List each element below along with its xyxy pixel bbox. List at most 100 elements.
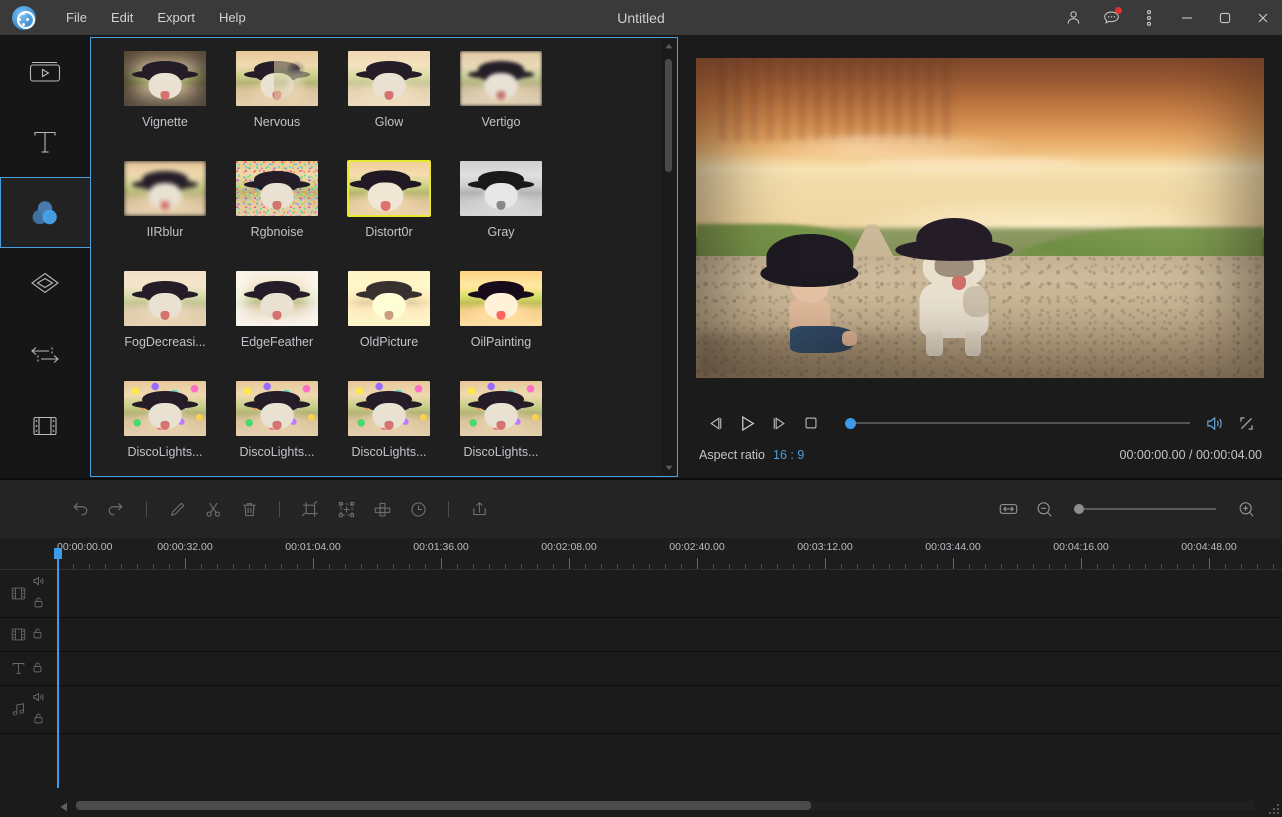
window-resize-grip[interactable]: [1267, 802, 1279, 814]
track-lane[interactable]: [57, 686, 1282, 733]
zoom-slider-track[interactable]: [1082, 508, 1216, 510]
stop-button[interactable]: [795, 408, 827, 438]
fullscreen-icon[interactable]: [1230, 408, 1262, 438]
filter-item[interactable]: FogDecreasi...: [109, 270, 221, 380]
track-lane[interactable]: [57, 652, 1282, 685]
filter-thumbnail[interactable]: [123, 270, 207, 327]
sidebar-item-overlays[interactable]: [0, 248, 90, 319]
track-lock-icon[interactable]: [33, 595, 44, 613]
more-options-icon[interactable]: [1130, 0, 1168, 35]
close-icon[interactable]: [1244, 0, 1282, 35]
filter-item[interactable]: DiscoLights...: [445, 380, 557, 477]
filter-item[interactable]: DiscoLights...: [221, 380, 333, 477]
account-icon[interactable]: [1054, 0, 1092, 35]
zoom-out-icon[interactable]: [1026, 491, 1062, 527]
transform-icon[interactable]: [328, 491, 364, 527]
track-mute-icon[interactable]: [32, 690, 45, 708]
menu-export[interactable]: Export: [147, 6, 205, 29]
track-lane[interactable]: [57, 570, 1282, 617]
track-mute-icon[interactable]: [32, 574, 45, 592]
filter-thumbnail[interactable]: [235, 50, 319, 107]
scroll-up-arrow-icon[interactable]: [661, 39, 676, 53]
playhead-handle[interactable]: [54, 548, 62, 559]
hscroll-track[interactable]: [76, 801, 1254, 810]
filter-item[interactable]: Vignette: [109, 50, 221, 160]
seek-slider[interactable]: [841, 413, 1190, 433]
timeline-zoom-slider[interactable]: [1074, 501, 1216, 517]
filter-item[interactable]: Nervous: [221, 50, 333, 160]
filter-thumbnail[interactable]: [235, 160, 319, 217]
filter-thumbnail[interactable]: [459, 270, 543, 327]
pip-track[interactable]: [0, 618, 1282, 652]
seek-track[interactable]: [853, 422, 1190, 424]
mosaic-icon[interactable]: [364, 491, 400, 527]
filter-item[interactable]: EdgeFeather: [221, 270, 333, 380]
timeline-horizontal-scrollbar[interactable]: [0, 793, 1282, 817]
filter-thumbnail[interactable]: [347, 160, 431, 217]
filter-item[interactable]: OldPicture: [333, 270, 445, 380]
sidebar-item-filters[interactable]: [0, 177, 90, 248]
scrollbar-thumb[interactable]: [665, 59, 672, 172]
sidebar-item-elements[interactable]: [0, 390, 90, 461]
track-lane[interactable]: [57, 618, 1282, 651]
filter-thumbnail[interactable]: [459, 160, 543, 217]
menu-help[interactable]: Help: [209, 6, 256, 29]
zoom-in-icon[interactable]: [1228, 491, 1264, 527]
filter-item[interactable]: IIRblur: [109, 160, 221, 270]
aspect-ratio-value[interactable]: 16 : 9: [773, 448, 804, 462]
zoom-slider-knob[interactable]: [1074, 504, 1084, 514]
filter-thumbnail[interactable]: [347, 50, 431, 107]
filter-item[interactable]: DiscoLights...: [109, 380, 221, 477]
filter-item[interactable]: Distort0r: [333, 160, 445, 270]
share-export-icon[interactable]: [461, 491, 497, 527]
filter-thumbnail[interactable]: [235, 380, 319, 437]
sidebar-item-text[interactable]: [0, 106, 90, 177]
menu-edit[interactable]: Edit: [101, 6, 143, 29]
video-preview[interactable]: [696, 58, 1264, 378]
seek-knob[interactable]: [845, 418, 856, 429]
filter-item[interactable]: Rgbnoise: [221, 160, 333, 270]
filter-thumbnail[interactable]: [123, 380, 207, 437]
edit-pencil-icon[interactable]: [159, 491, 195, 527]
filter-thumbnail[interactable]: [347, 270, 431, 327]
hscroll-thumb[interactable]: [76, 801, 811, 810]
filter-thumbnail[interactable]: [123, 160, 207, 217]
audio-track[interactable]: [0, 686, 1282, 734]
filter-item[interactable]: Glow: [333, 50, 445, 160]
sidebar-item-media[interactable]: [0, 35, 90, 106]
feedback-icon[interactable]: [1092, 0, 1130, 35]
filter-thumbnail[interactable]: [235, 270, 319, 327]
sidebar-item-transitions[interactable]: [0, 319, 90, 390]
filter-item[interactable]: Vertigo: [445, 50, 557, 160]
track-lock-icon[interactable]: [32, 626, 43, 644]
undo-icon[interactable]: [62, 491, 98, 527]
filter-item[interactable]: Gray: [445, 160, 557, 270]
filter-thumbnail[interactable]: [123, 50, 207, 107]
track-lock-icon[interactable]: [32, 660, 43, 678]
cut-scissors-icon[interactable]: [195, 491, 231, 527]
speed-clock-icon[interactable]: [400, 491, 436, 527]
crop-icon[interactable]: [292, 491, 328, 527]
delete-trash-icon[interactable]: [231, 491, 267, 527]
scroll-left-arrow-icon[interactable]: [60, 799, 68, 817]
menu-file[interactable]: File: [56, 6, 97, 29]
minimize-icon[interactable]: [1168, 0, 1206, 35]
filters-scrollbar[interactable]: [661, 39, 676, 475]
filter-thumbnail[interactable]: [459, 380, 543, 437]
filter-thumbnail[interactable]: [459, 50, 543, 107]
video-track[interactable]: [0, 570, 1282, 618]
previous-frame-button[interactable]: [699, 408, 731, 438]
maximize-icon[interactable]: [1206, 0, 1244, 35]
timeline-ruler[interactable]: 00:00:00.0000:00:32.0000:01:04.0000:01:3…: [0, 538, 1282, 570]
scrollbar-track[interactable]: [661, 53, 676, 461]
fit-to-width-icon[interactable]: [990, 491, 1026, 527]
next-frame-button[interactable]: [763, 408, 795, 438]
scroll-down-arrow-icon[interactable]: [661, 461, 676, 475]
filter-item[interactable]: OilPainting: [445, 270, 557, 380]
volume-icon[interactable]: [1198, 408, 1230, 438]
redo-icon[interactable]: [98, 491, 134, 527]
filter-thumbnail[interactable]: [347, 380, 431, 437]
timeline-playhead[interactable]: [57, 548, 59, 788]
play-button[interactable]: [731, 408, 763, 438]
filter-item[interactable]: DiscoLights...: [333, 380, 445, 477]
